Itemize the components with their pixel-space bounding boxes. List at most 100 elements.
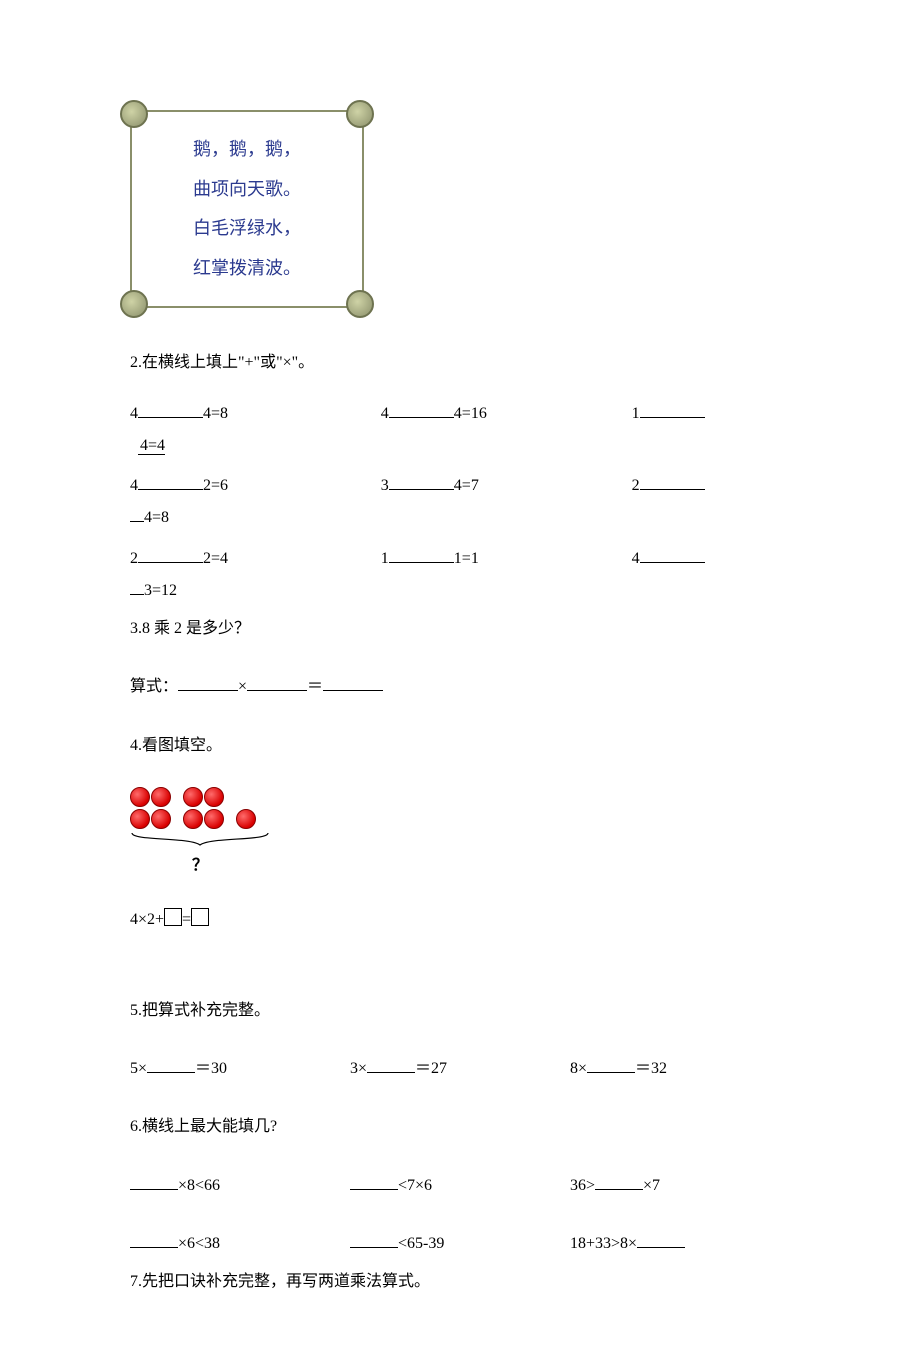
text: 2=4 (203, 550, 228, 567)
text: <65-39 (398, 1235, 444, 1252)
text: 3× (350, 1060, 367, 1077)
text: ＝30 (195, 1060, 227, 1077)
fill-blank[interactable] (389, 401, 454, 418)
text: 36> (570, 1177, 595, 1194)
fill-blank[interactable] (595, 1173, 643, 1190)
corner-ornament-icon (120, 100, 148, 128)
q2-row2-wrap: 4=8 (130, 503, 790, 533)
dot-icon (130, 809, 150, 829)
text: 4 (130, 405, 138, 422)
poem-line-1: 鹅，鹅，鹅， (142, 130, 352, 170)
dot-icon (204, 787, 224, 807)
q3-expression: 算式： × ＝ (130, 672, 790, 702)
label: 算式： (130, 678, 178, 695)
worksheet-page: 鹅，鹅，鹅， 曲项向天歌。 白毛浮绿水， 红掌拨清波。 2.在横线上填上"+"或… (0, 0, 920, 1366)
text: 4=4 (138, 437, 165, 455)
dot-icon (151, 809, 171, 829)
spacer (130, 434, 138, 450)
fill-blank[interactable] (640, 546, 705, 563)
corner-ornament-icon (346, 100, 374, 128)
q2-row3-wrap: 3=12 (130, 576, 790, 606)
text: ×6<38 (178, 1235, 220, 1252)
q2-row1: 4 4=8 4 4=16 1 (130, 401, 790, 423)
fill-blank[interactable] (350, 1173, 398, 1190)
q6-title: 6.横线上最大能填几? (130, 1112, 790, 1142)
text: 4 (381, 405, 389, 422)
text: 2 (632, 477, 640, 494)
times-symbol: × (238, 678, 247, 695)
text: ×8<66 (178, 1177, 220, 1194)
q5-title: 5.把算式补充完整。 (130, 996, 790, 1026)
fill-blank[interactable] (587, 1056, 635, 1073)
poem-line-4: 红掌拨清波。 (142, 249, 352, 289)
dot-icon (204, 809, 224, 829)
dot-icon (130, 787, 150, 807)
q5-row: 5× ＝30 3× ＝27 8× ＝32 (130, 1054, 790, 1084)
q2-title: 2.在横线上填上"+"或"×"。 (130, 348, 790, 378)
dot-icon (151, 787, 171, 807)
text: 3=12 (144, 582, 177, 599)
text: ＝32 (635, 1060, 667, 1077)
fill-blank[interactable] (138, 546, 203, 563)
q2-row2: 4 2=6 3 4=7 2 (130, 473, 790, 495)
q4-expression: 4×2+ = (130, 905, 790, 935)
poem-line-2: 曲项向天歌。 (142, 170, 352, 210)
text: ＝27 (415, 1060, 447, 1077)
question-mark: ？ (130, 851, 270, 875)
corner-ornament-icon (120, 290, 148, 318)
dots-figure: ？ (130, 787, 290, 875)
text: 3 (381, 477, 389, 494)
text: 4×2+ (130, 911, 164, 928)
text: 1=1 (454, 550, 479, 567)
text: 1 (381, 550, 389, 567)
text: 2 (130, 550, 138, 567)
fill-blank[interactable] (130, 594, 144, 595)
fill-blank[interactable] (637, 1231, 685, 1248)
answer-box[interactable] (191, 908, 209, 926)
dot-icon (236, 809, 256, 829)
text: 5× (130, 1060, 147, 1077)
fill-blank[interactable] (389, 473, 454, 490)
text: <7×6 (398, 1177, 432, 1194)
fill-blank[interactable] (130, 521, 144, 522)
text: 4=8 (203, 405, 228, 422)
fill-blank[interactable] (130, 1173, 178, 1190)
fill-blank[interactable] (367, 1056, 415, 1073)
text: 4=8 (144, 509, 169, 526)
text: 2=6 (203, 477, 228, 494)
equals-symbol: ＝ (307, 678, 323, 695)
fill-blank[interactable] (640, 401, 705, 418)
q7-title: 7.先把口诀补充完整，再写两道乘法算式。 (130, 1267, 790, 1297)
fill-blank[interactable] (640, 473, 705, 490)
fill-blank[interactable] (138, 473, 203, 490)
dot-icon (183, 809, 203, 829)
q3-title: 3.8 乘 2 是多少？ (130, 614, 790, 644)
q2-row3: 2 2=4 1 1=1 4 (130, 546, 790, 568)
text: 1 (632, 405, 640, 422)
dot-icon (183, 787, 203, 807)
fill-blank[interactable] (389, 546, 454, 563)
text: 4=16 (454, 405, 487, 422)
text: 18+33>8× (570, 1235, 637, 1252)
text: 8× (570, 1060, 587, 1077)
q2-row1-wrap: 4=4 (130, 431, 790, 461)
q4-title: 4.看图填空。 (130, 731, 790, 761)
fill-blank[interactable] (178, 674, 238, 691)
poem-line-3: 白毛浮绿水， (142, 209, 352, 249)
fill-blank[interactable] (350, 1231, 398, 1248)
fill-blank[interactable] (130, 1231, 178, 1248)
corner-ornament-icon (346, 290, 374, 318)
text: = (182, 911, 191, 928)
text: 4=7 (454, 477, 479, 494)
q6-row1: ×8<66 <7×6 36>×7 (130, 1171, 790, 1201)
fill-blank[interactable] (323, 674, 383, 691)
fill-blank[interactable] (247, 674, 307, 691)
curly-brace-icon (130, 831, 270, 851)
q6-row2: ×6<38 <65-39 18+33>8× (130, 1229, 790, 1259)
fill-blank[interactable] (138, 401, 203, 418)
text: 4 (130, 477, 138, 494)
answer-box[interactable] (164, 908, 182, 926)
text: 4 (632, 550, 640, 567)
poem-frame: 鹅，鹅，鹅， 曲项向天歌。 白毛浮绿水， 红掌拨清波。 (130, 110, 364, 308)
fill-blank[interactable] (147, 1056, 195, 1073)
